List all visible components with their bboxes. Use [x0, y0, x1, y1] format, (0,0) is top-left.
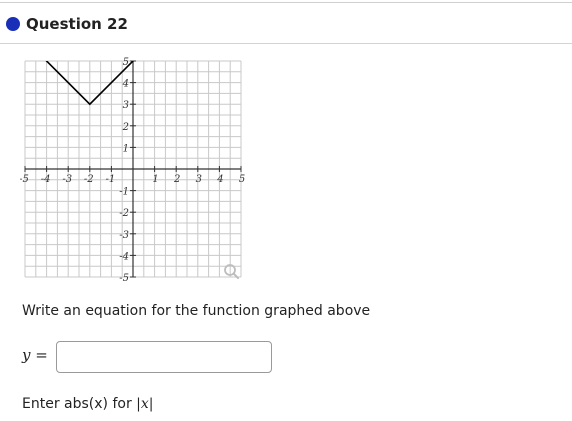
x-tick-label: -4: [41, 174, 51, 185]
x-tick-label: 2: [173, 174, 180, 185]
status-dot: [6, 17, 20, 31]
hint-prefix: Enter abs(x) for: [22, 396, 137, 412]
y-tick-label: 2: [122, 122, 129, 133]
hint-text: Enter abs(x) for |x|: [22, 396, 154, 412]
x-tick-label: -2: [84, 174, 94, 185]
x-tick-label: 5: [239, 174, 245, 185]
question-prompt: Write an equation for the function graph…: [22, 303, 371, 319]
y-tick-label: -1: [119, 187, 129, 198]
x-tick-label: 1: [152, 174, 158, 185]
y-tick-label: -2: [119, 208, 129, 219]
hint-variable: x: [140, 396, 149, 412]
magnifier-icon[interactable]: [224, 264, 239, 279]
x-tick-label: 3: [196, 174, 202, 185]
x-tick-label: -3: [62, 174, 72, 185]
y-tick-label: 1: [123, 143, 129, 154]
x-tick-label: 4: [216, 174, 223, 185]
y-tick-label: 4: [122, 79, 129, 90]
x-tick-label: -5: [20, 174, 29, 185]
y-tick-label: -5: [119, 273, 129, 284]
y-tick-label: 3: [123, 100, 129, 111]
y-tick-label: -3: [119, 230, 129, 241]
abs-bar-right: |: [148, 396, 154, 412]
question-header: Question 22: [0, 2, 572, 44]
y-tick-labels: 54321-1-2-3-4-5: [119, 57, 129, 284]
equation-label: y =: [22, 346, 48, 364]
answer-input[interactable]: [56, 341, 272, 373]
function-graph: -5 -4 -3 -2 -1 1 2 3 4 5 54321-1-2-3-4-5: [20, 57, 245, 284]
x-tick-label: -1: [106, 174, 116, 185]
question-title: Question 22: [26, 15, 128, 33]
y-tick-label: -4: [119, 251, 129, 262]
equals-sign: =: [30, 346, 48, 364]
